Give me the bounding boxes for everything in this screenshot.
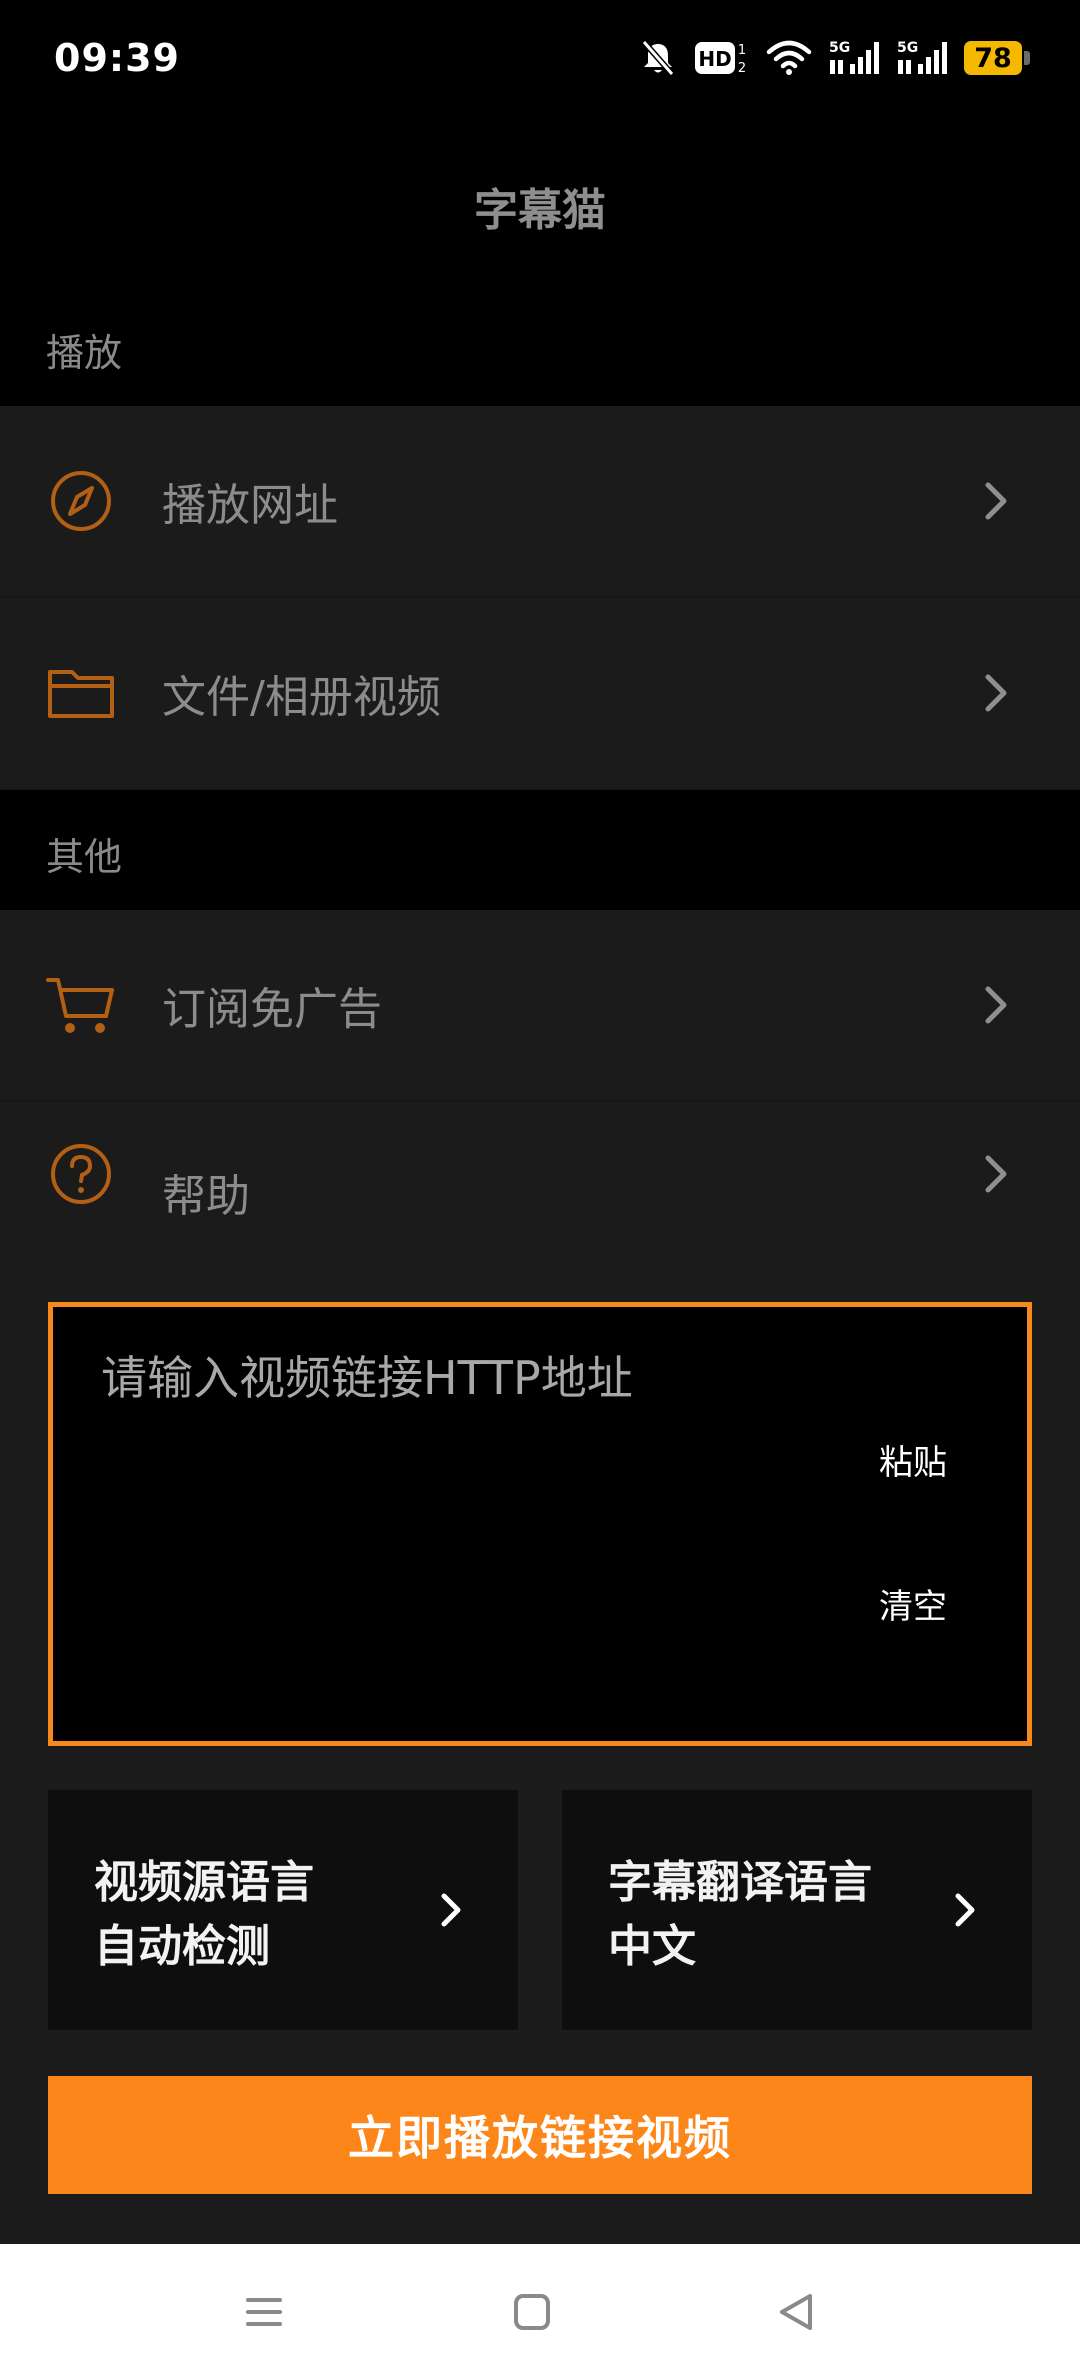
source-language-selector[interactable]: 视频源语言 自动检测 [48, 1790, 518, 2030]
system-nav-bar [0, 2244, 1080, 2376]
svg-text:2: 2 [738, 61, 746, 76]
status-time: 09:39 [54, 36, 180, 80]
back-icon[interactable] [772, 2288, 820, 2336]
menu-label: 播放网址 [162, 480, 338, 531]
chevron-right-icon [985, 674, 1007, 712]
mute-bell-icon [641, 40, 675, 76]
chevron-right-icon [985, 482, 1007, 520]
chevron-right-icon [985, 1155, 1007, 1193]
battery-icon: 78 [964, 41, 1030, 75]
menu-item-help[interactable]: 帮助 [0, 1102, 1080, 1252]
chevron-right-icon [985, 986, 1007, 1024]
menu-label: 帮助 [162, 1171, 250, 1222]
menu-icon[interactable] [240, 2288, 288, 2336]
target-language-title: 字幕翻译语言 [608, 1857, 872, 1908]
source-language-value: 自动检测 [94, 1921, 270, 1972]
compass-icon [51, 471, 111, 531]
target-language-value: 中文 [608, 1921, 696, 1972]
help-circle-icon [51, 1144, 111, 1204]
hd-label: HD [698, 47, 731, 71]
url-play-panel: 粘贴 清空 视频源语言 自动检测 字幕翻译语言 中文 立即播放链接视频 [0, 1252, 1080, 2244]
wifi-icon [766, 40, 812, 75]
status-bar: 09:39 HD 1 2 5G 5G 78 [0, 0, 1080, 120]
section-label-play: 播放 [46, 331, 123, 375]
battery-level: 78 [964, 41, 1022, 75]
chevron-right-icon [955, 1893, 975, 1927]
chevron-right-icon [441, 1893, 461, 1927]
signal-5g-icon: 5G [897, 40, 947, 74]
menu-label: 文件/相册视频 [162, 672, 441, 723]
cart-icon [46, 978, 114, 1033]
source-language-title: 视频源语言 [94, 1857, 314, 1908]
net-label-2: 5G [897, 40, 918, 56]
svg-text:1: 1 [738, 43, 746, 58]
hd-icon: HD 1 2 [695, 42, 746, 76]
folder-icon [48, 670, 114, 718]
url-input[interactable] [101, 1351, 861, 1405]
play-link-video-button[interactable]: 立即播放链接视频 [48, 2076, 1032, 2194]
url-input-box[interactable]: 粘贴 清空 [48, 1302, 1032, 1746]
home-icon[interactable] [508, 2288, 556, 2336]
section-label-other: 其他 [46, 835, 123, 879]
paste-button[interactable]: 粘贴 [879, 1435, 947, 1484]
signal-5g-icon: 5G [829, 40, 879, 74]
status-icons: HD 1 2 5G 5G 78 [638, 34, 1030, 82]
menu-item-subscribe[interactable]: 订阅免广告 [0, 910, 1080, 1102]
battery-tip [1024, 51, 1030, 65]
menu-label: 订阅免广告 [162, 984, 382, 1035]
menu-item-play-url[interactable]: 播放网址 [0, 406, 1080, 598]
clear-button[interactable]: 清空 [879, 1579, 947, 1628]
page-title: 字幕猫 [474, 185, 606, 236]
menu-item-file-video[interactable]: 文件/相册视频 [0, 598, 1080, 790]
target-language-selector[interactable]: 字幕翻译语言 中文 [562, 1790, 1032, 2030]
net-label-1: 5G [829, 40, 850, 56]
